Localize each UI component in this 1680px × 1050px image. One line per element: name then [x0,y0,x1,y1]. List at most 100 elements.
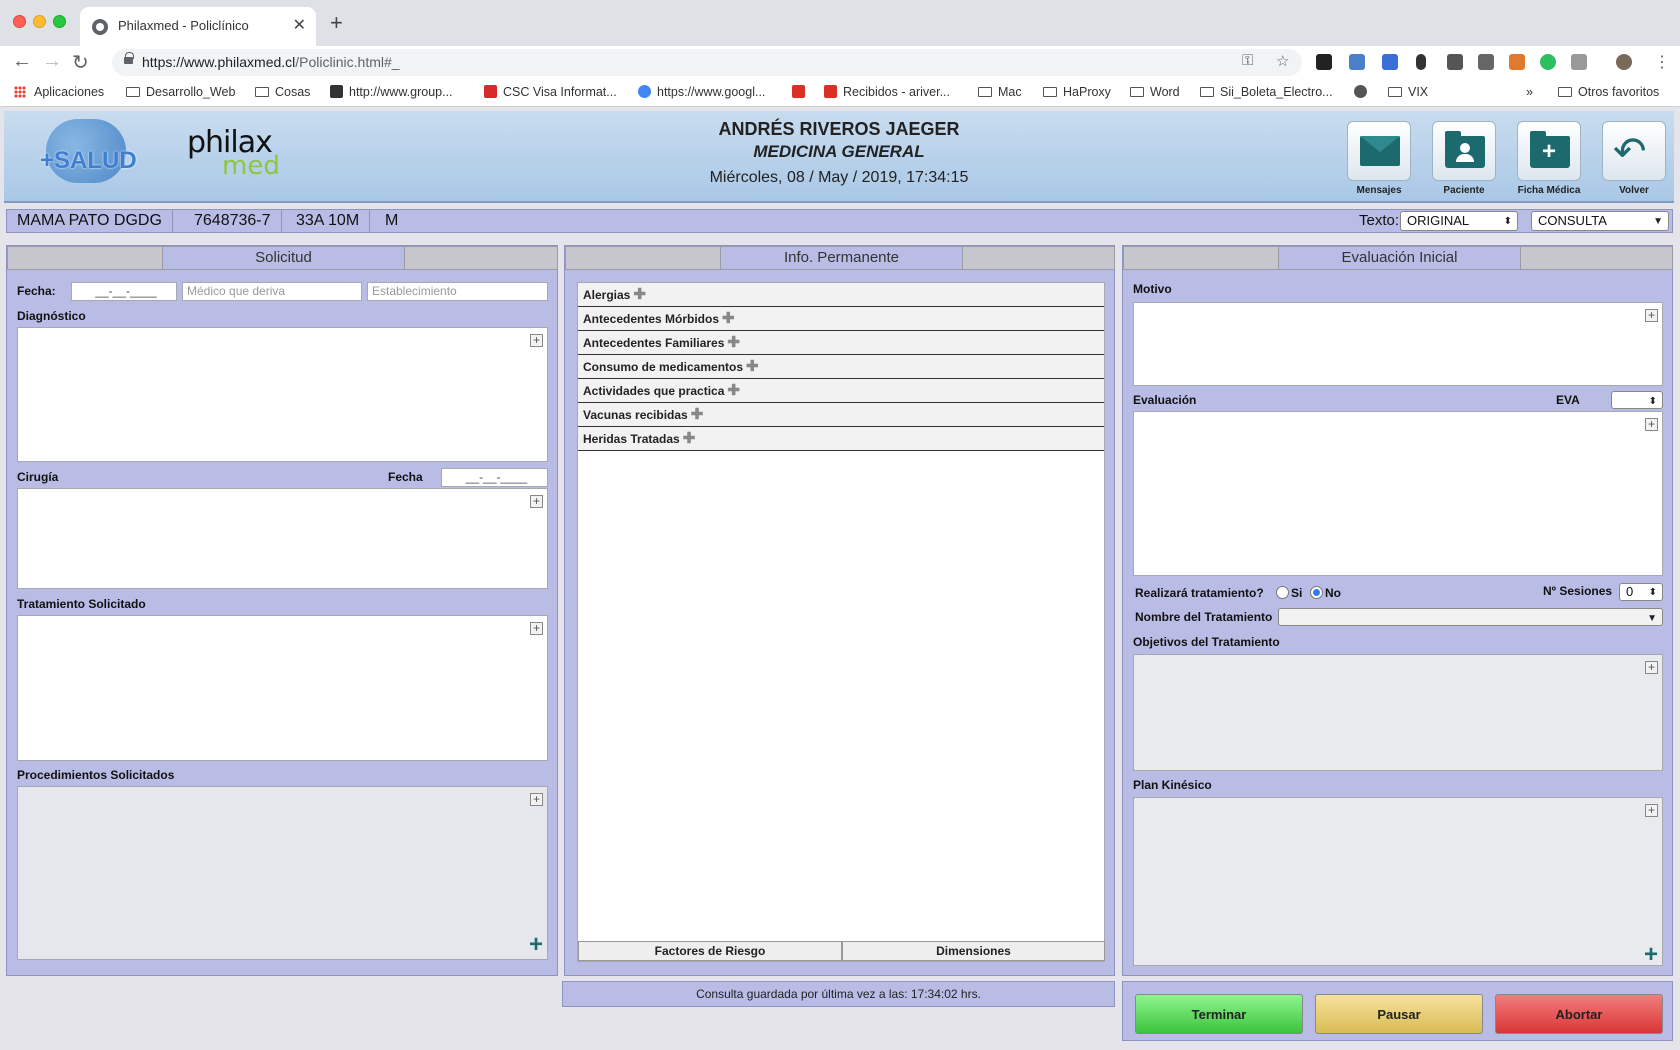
bookmark-item[interactable]: VIX [1388,85,1428,99]
cirugia-fecha-input[interactable]: __-__-____ [441,468,548,487]
bookmark-item[interactable]: Sii_Boleta_Electro... [1200,85,1333,99]
radio-selected-icon[interactable] [1310,586,1323,599]
star-icon[interactable]: ☆ [1276,52,1289,70]
list-item[interactable]: Antecedentes Mórbidos ✚ [578,307,1104,331]
bookmark-item[interactable]: Desarrollo_Web [126,85,235,99]
tab-left-empty[interactable] [1123,246,1279,270]
tab-info-permanente[interactable]: Info. Permanente [720,246,963,270]
extension-icon[interactable] [1478,54,1494,70]
evernote-icon[interactable] [1540,54,1556,70]
list-item[interactable]: Consumo de medicamentos ✚ [578,355,1104,379]
close-window-icon[interactable] [13,15,26,28]
extension-icon[interactable] [1571,54,1587,70]
plus-icon[interactable]: ✚ [746,358,759,375]
menu-icon[interactable]: ⋮ [1654,52,1670,72]
new-tab-icon[interactable]: + [330,10,343,36]
plus-icon[interactable]: ✚ [691,406,704,423]
evaluacion-textarea[interactable]: + [1133,411,1663,576]
microphone-icon[interactable] [1416,54,1426,70]
tab-right-empty[interactable] [1520,246,1673,270]
tab-left-empty[interactable] [565,246,721,270]
factores-riesgo-button[interactable]: Factores de Riesgo [578,941,842,961]
bookmark-item[interactable]: CSC Visa Informat... [484,85,617,99]
avatar[interactable] [1616,54,1632,70]
tab-evaluacion-inicial[interactable]: Evaluación Inicial [1278,246,1521,270]
bookmark-item[interactable]: http://www.group... [330,85,453,99]
plus-icon[interactable]: ✚ [727,382,740,399]
radio-si[interactable]: Si [1276,586,1302,600]
plan-kinesico-area[interactable]: + + [1133,797,1663,969]
paciente-button[interactable]: Paciente [1432,121,1496,196]
extension-icon[interactable] [1382,54,1398,70]
add-plan-icon[interactable]: + [1644,941,1658,969]
medico-deriva-input[interactable]: Médico que deriva [182,282,362,301]
expand-icon[interactable]: + [530,334,543,347]
tratamiento-textarea[interactable]: + [17,615,548,761]
bookmark-item[interactable]: Aplicaciones [14,85,104,99]
radio-icon[interactable] [1276,586,1289,599]
expand-icon[interactable]: + [1645,661,1658,674]
expand-icon[interactable]: + [1645,418,1658,431]
mode-select[interactable]: CONSULTA ▼ [1531,211,1669,231]
add-procedimiento-icon[interactable]: + [529,931,543,959]
plus-icon[interactable]: ✚ [683,430,696,447]
bookmark-item[interactable]: Mac [978,85,1022,99]
back-icon[interactable]: ← [12,50,32,73]
expand-icon[interactable]: + [530,622,543,635]
extension-icon[interactable] [1447,54,1463,70]
list-item[interactable]: Vacunas recibidas ✚ [578,403,1104,427]
list-item[interactable]: Alergias ✚ [578,283,1104,307]
plus-icon[interactable]: ✚ [722,310,735,327]
bookmark-item[interactable]: https://www.googl... [638,85,765,99]
expand-icon[interactable]: + [1645,804,1658,817]
ficha-medica-button[interactable]: + Ficha Médica [1517,121,1581,196]
plus-icon[interactable]: ✚ [727,334,740,351]
mensajes-button[interactable]: Mensajes [1347,121,1411,196]
sesiones-select[interactable]: 0 ⬍ [1619,583,1663,601]
extension-icon[interactable] [1509,54,1525,70]
procedimientos-area[interactable]: + + [17,786,548,960]
eva-select[interactable]: ⬍ [1611,391,1663,409]
expand-icon[interactable]: + [530,495,543,508]
reload-icon[interactable]: ↻ [72,50,89,75]
radio-no[interactable]: No [1310,586,1341,600]
bookmark-item[interactable]: Cosas [255,85,310,99]
bookmark-item[interactable] [1354,85,1373,99]
tab-solicitud[interactable]: Solicitud [162,246,405,270]
tab-right-empty[interactable] [404,246,558,270]
key-icon[interactable]: ⚿ [1242,52,1253,69]
bookmark-item[interactable]: Otros favoritos [1558,85,1659,99]
texto-select[interactable]: ORIGINAL ⬍ [1400,211,1518,231]
list-item[interactable]: Heridas Tratadas ✚ [578,427,1104,451]
extension-icon[interactable] [1349,54,1365,70]
nombre-tratamiento-select[interactable]: ▼ [1278,608,1663,626]
cirugia-textarea[interactable]: + [17,488,548,589]
bookmark-item[interactable]: Word [1130,85,1180,99]
more-bookmarks-icon[interactable]: » [1526,85,1533,99]
expand-icon[interactable]: + [1645,309,1658,322]
terminar-button[interactable]: Terminar [1135,994,1303,1034]
bookmark-item[interactable]: Recibidos - ariver... [824,85,950,99]
list-item[interactable]: Antecedentes Familiares ✚ [578,331,1104,355]
extension-icon[interactable] [1316,54,1332,70]
dimensiones-button[interactable]: Dimensiones [842,941,1105,961]
forward-icon[interactable]: → [42,50,62,73]
tab-right-empty[interactable] [962,246,1115,270]
pausar-button[interactable]: Pausar [1315,994,1483,1034]
bookmark-item[interactable]: HaProxy [1043,85,1111,99]
tab-left-empty[interactable] [7,246,163,270]
establecimiento-input[interactable]: Establecimiento [367,282,548,301]
diagnostico-textarea[interactable]: + [17,327,548,462]
browser-tab[interactable]: Philaxmed - Policlínico ✕ [80,7,316,46]
volver-button[interactable]: ↶ Volver [1602,121,1666,196]
expand-icon[interactable]: + [530,793,543,806]
list-item[interactable]: Actividades que practica ✚ [578,379,1104,403]
close-tab-icon[interactable]: ✕ [293,15,306,35]
minimize-window-icon[interactable] [33,15,46,28]
plus-icon[interactable]: ✚ [633,286,646,303]
zoom-window-icon[interactable] [53,15,66,28]
fecha-input[interactable]: __-__-____ [71,282,177,301]
address-bar[interactable]: https://www.philaxmed.cl/Policlinic.html… [112,49,1302,76]
abortar-button[interactable]: Abortar [1495,994,1663,1034]
motivo-textarea[interactable]: + [1133,302,1663,386]
